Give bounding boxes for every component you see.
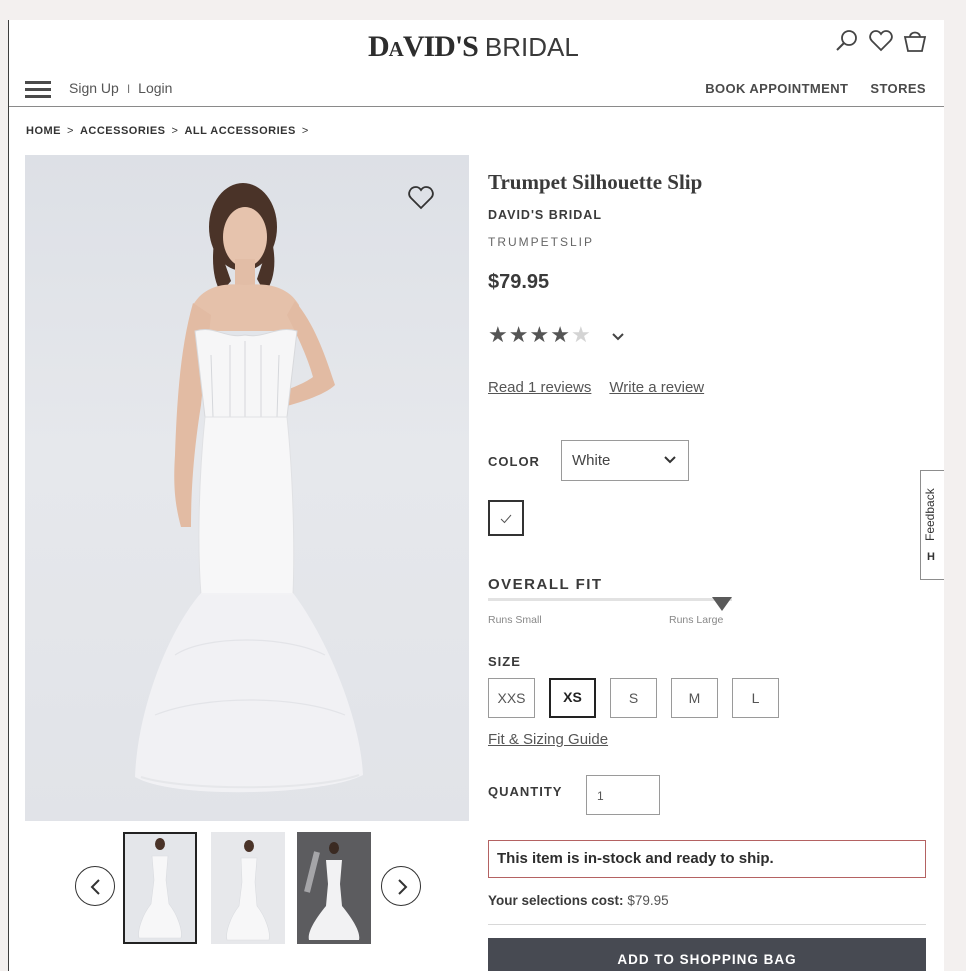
breadcrumb-home[interactable]: HOME [26,125,61,137]
header-icons [834,28,928,54]
site-logo[interactable]: DaVID'S BRIDAL [368,30,579,64]
size-option-l[interactable]: L [732,678,779,718]
breadcrumb-accessories[interactable]: ACCESSORIES [80,125,166,137]
fit-sizing-guide-link[interactable]: Fit & Sizing Guide [488,731,608,748]
logo-bridal: BRIDAL [484,32,579,62]
stock-message: This item is in-stock and ready to ship. [488,840,926,878]
star-icon: ★ [550,322,571,347]
star-rating[interactable]: ★★★★★ [488,322,625,348]
search-icon[interactable] [834,28,860,54]
fit-scale-bar [488,598,732,601]
feedback-tab[interactable]: Feedback H [920,470,944,580]
account-links: Sign Up I Login [69,80,172,96]
star-icon: ★ [508,322,530,347]
book-appointment-link[interactable]: BOOK APPOINTMENT [705,81,848,96]
login-link[interactable]: Login [138,80,172,96]
color-select-value: White [572,452,611,469]
read-reviews-link[interactable]: Read 1 reviews [488,379,591,396]
size-option-s[interactable]: S [610,678,657,718]
product-sku: TRUMPETSLIP [488,235,595,249]
color-select[interactable]: White [561,440,689,481]
selection-cost: Your selections cost: $79.95 [488,893,669,908]
next-arrow-icon[interactable] [381,866,421,906]
logo-brand: DaVID'S [368,30,479,63]
star-icon: ★ [529,322,551,347]
quantity-label: QUANTITY [488,784,563,799]
chevron-down-icon [664,456,676,464]
thumbnail-front[interactable] [123,832,197,944]
cost-value: $79.95 [627,893,669,908]
star-icon: ★ [570,322,592,347]
fit-marker [712,597,732,611]
overall-fit-label: OVERALL FIT [488,576,603,593]
size-options: XXS XS S M L [488,678,779,718]
divider [488,924,926,925]
size-label: SIZE [488,654,521,669]
left-border [8,20,9,971]
cost-label: Your selections cost: [488,893,624,908]
breadcrumb: HOME > ACCESSORIES > ALL ACCESSORIES > [26,125,309,137]
fit-runs-small: Runs Small [488,614,542,626]
product-price: $79.95 [488,271,550,293]
product-page: DaVID'S BRIDAL Sign Up I Login BOOK APPOIN… [8,20,944,971]
product-main-image[interactable] [25,155,469,821]
size-option-xxs[interactable]: XXS [488,678,535,718]
prev-arrow-icon[interactable] [75,866,115,906]
review-links: Read 1 reviews Write a review [488,379,704,396]
write-review-link[interactable]: Write a review [609,379,704,396]
shopping-bag-icon[interactable] [902,28,928,54]
breadcrumb-all-accessories[interactable]: ALL ACCESSORIES [184,125,295,137]
account-separator: I [126,82,131,96]
sign-up-link[interactable]: Sign Up [69,80,119,96]
chevron-down-icon[interactable] [611,322,625,348]
size-option-m[interactable]: M [671,678,718,718]
color-swatch-white[interactable] [488,500,524,536]
menu-icon[interactable] [25,81,51,98]
product-brand: DAVID'S BRIDAL [488,208,602,222]
quantity-input[interactable]: 1 [586,775,660,815]
checkmark-icon [500,514,512,524]
feedback-label: Feedback [923,488,937,541]
feedback-h-icon: H [927,551,935,563]
nav-right: BOOK APPOINTMENT STORES [705,81,926,96]
color-label: COLOR [488,454,540,469]
top-nav: Sign Up I Login BOOK APPOINTMENT STORES [8,75,944,107]
size-option-xs[interactable]: XS [549,678,596,718]
thumbnail-carousel [25,826,469,946]
product-title: Trumpet Silhouette Slip [488,170,703,194]
fit-runs-large: Runs Large [669,614,724,626]
star-icon: ★ [488,322,509,347]
add-to-bag-button[interactable]: ADD TO SHOPPING BAG [488,938,926,971]
stores-link[interactable]: STORES [870,81,926,96]
heart-icon[interactable] [868,28,894,54]
thumbnail-back[interactable] [211,832,285,944]
thumbnail-gown[interactable] [297,832,371,944]
